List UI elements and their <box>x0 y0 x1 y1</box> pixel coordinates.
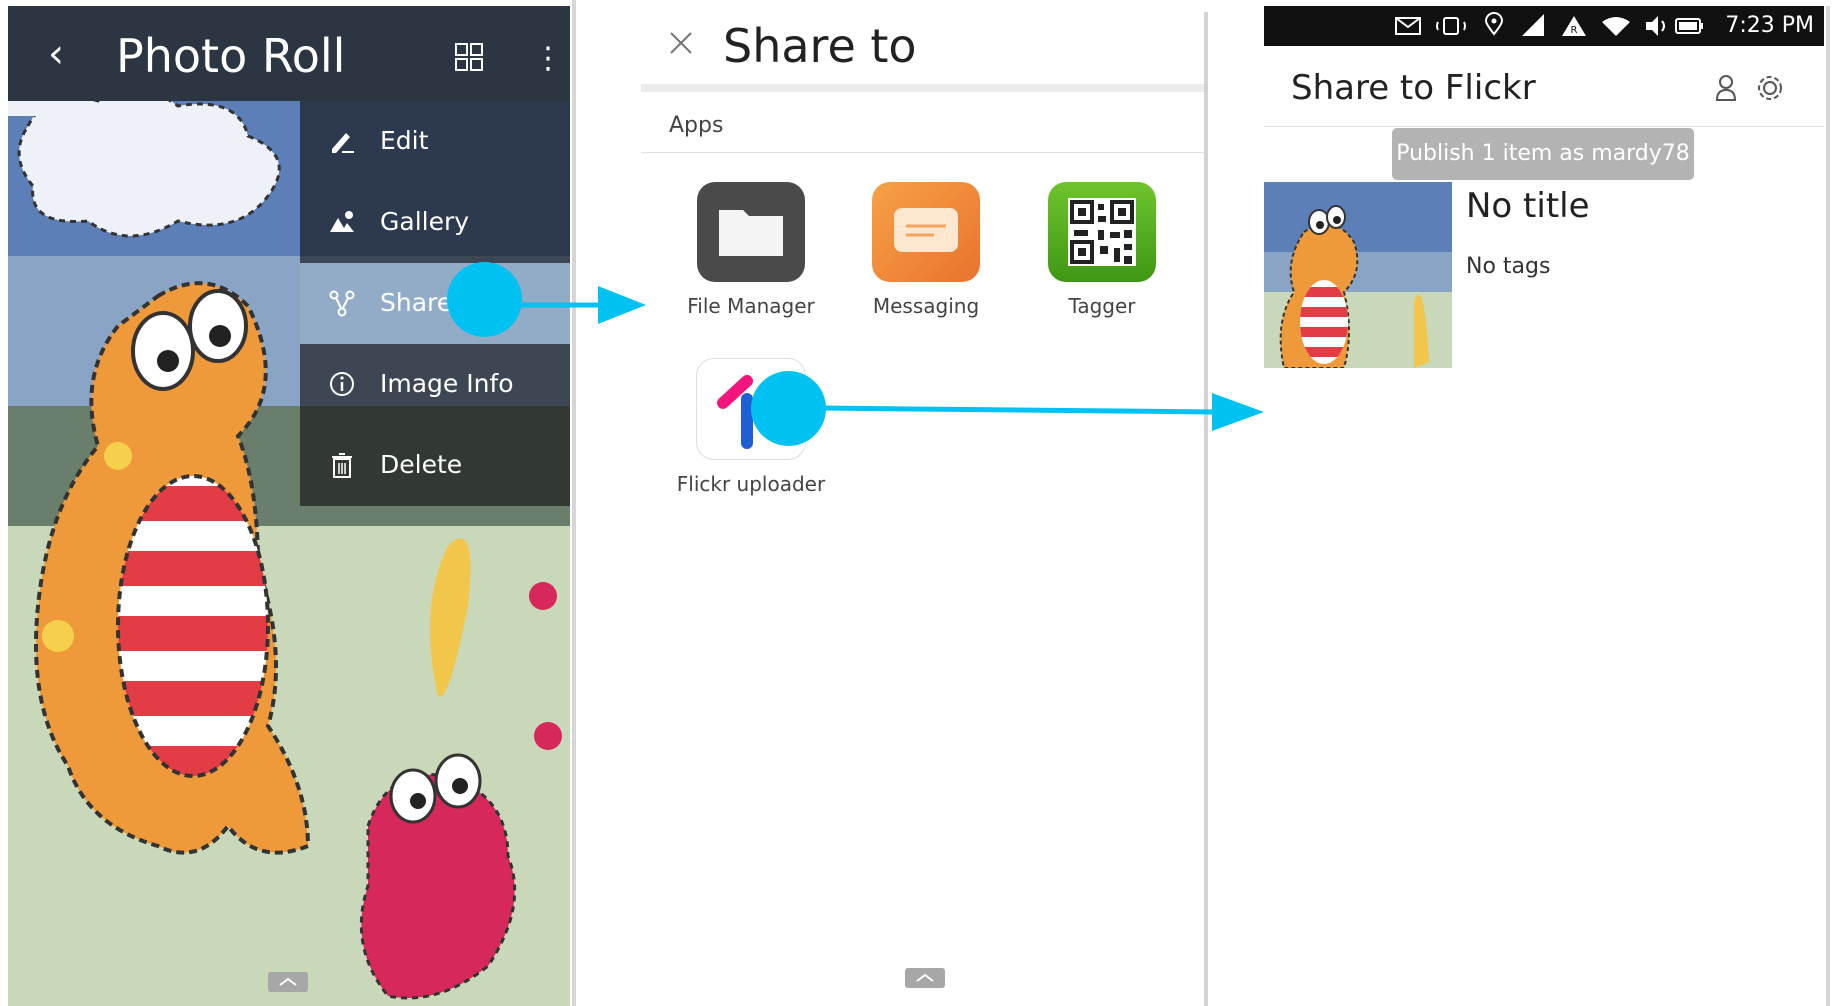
flow-arrow-line <box>819 405 1216 415</box>
flow-arrow-head <box>1212 393 1264 431</box>
flow-arrow-head <box>598 286 646 324</box>
flow-arrows <box>520 286 1264 431</box>
